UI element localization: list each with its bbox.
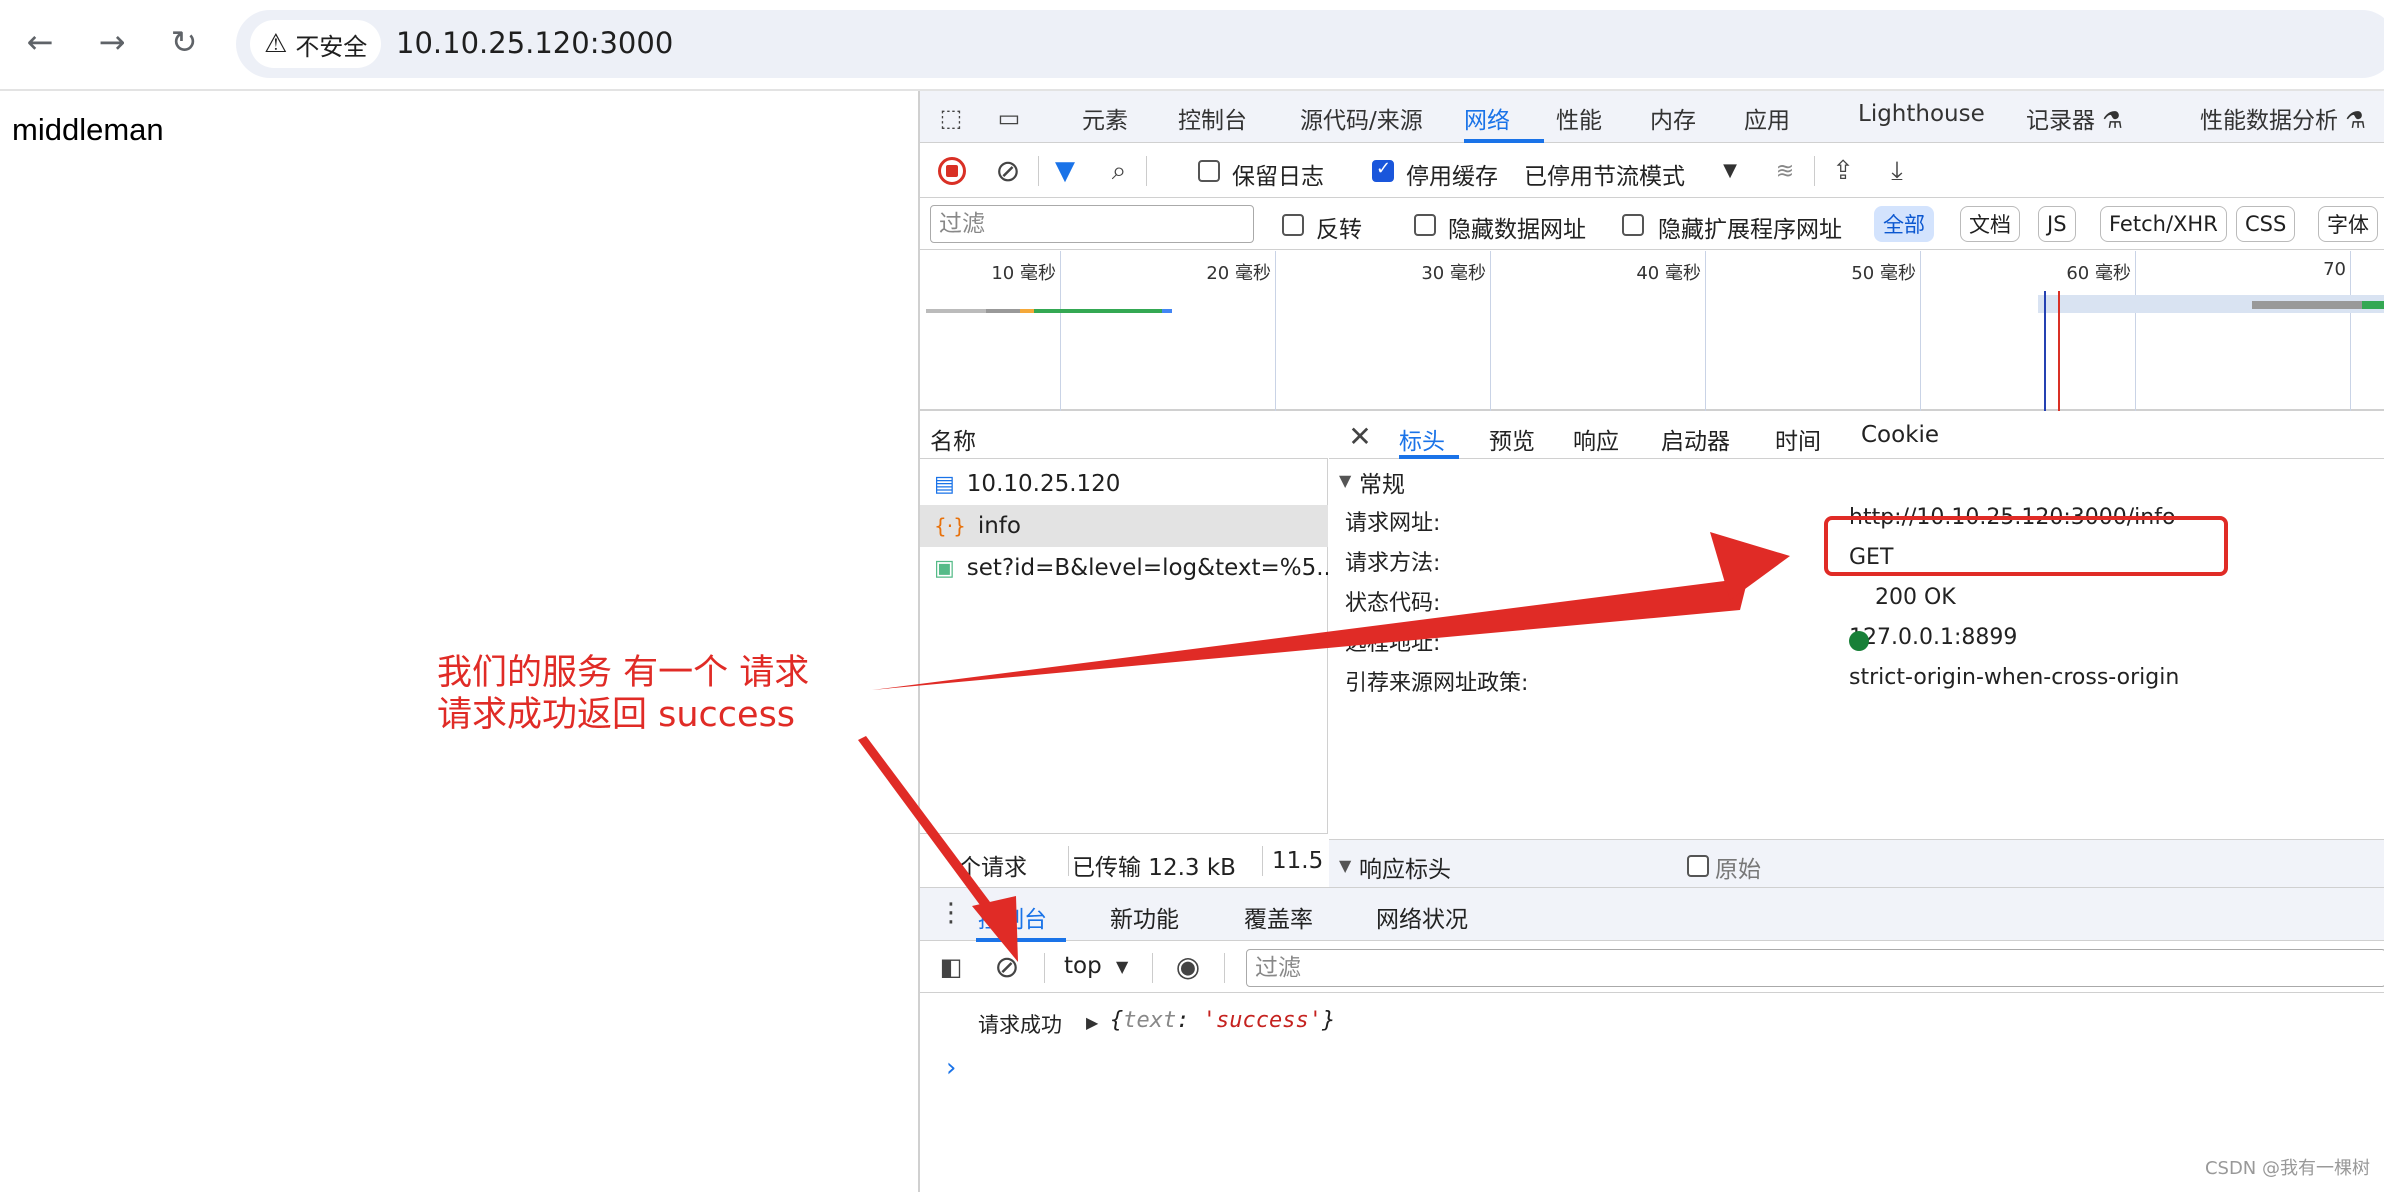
red-annotation: 我们的服务 有一个 请求 请求成功返回 success (437, 652, 809, 736)
annotation-line-2: 请求成功返回 success (437, 695, 796, 735)
arrow-line-down (858, 736, 1002, 924)
arrow-head-down (972, 896, 1018, 962)
arrow-line-right (872, 578, 1748, 690)
watermark: CSDN @我有一棵树 (2204, 1158, 2370, 1179)
annotation-line-1: 我们的服务 有一个 请求 (437, 653, 810, 693)
annotation-arrows (858, 532, 1790, 962)
